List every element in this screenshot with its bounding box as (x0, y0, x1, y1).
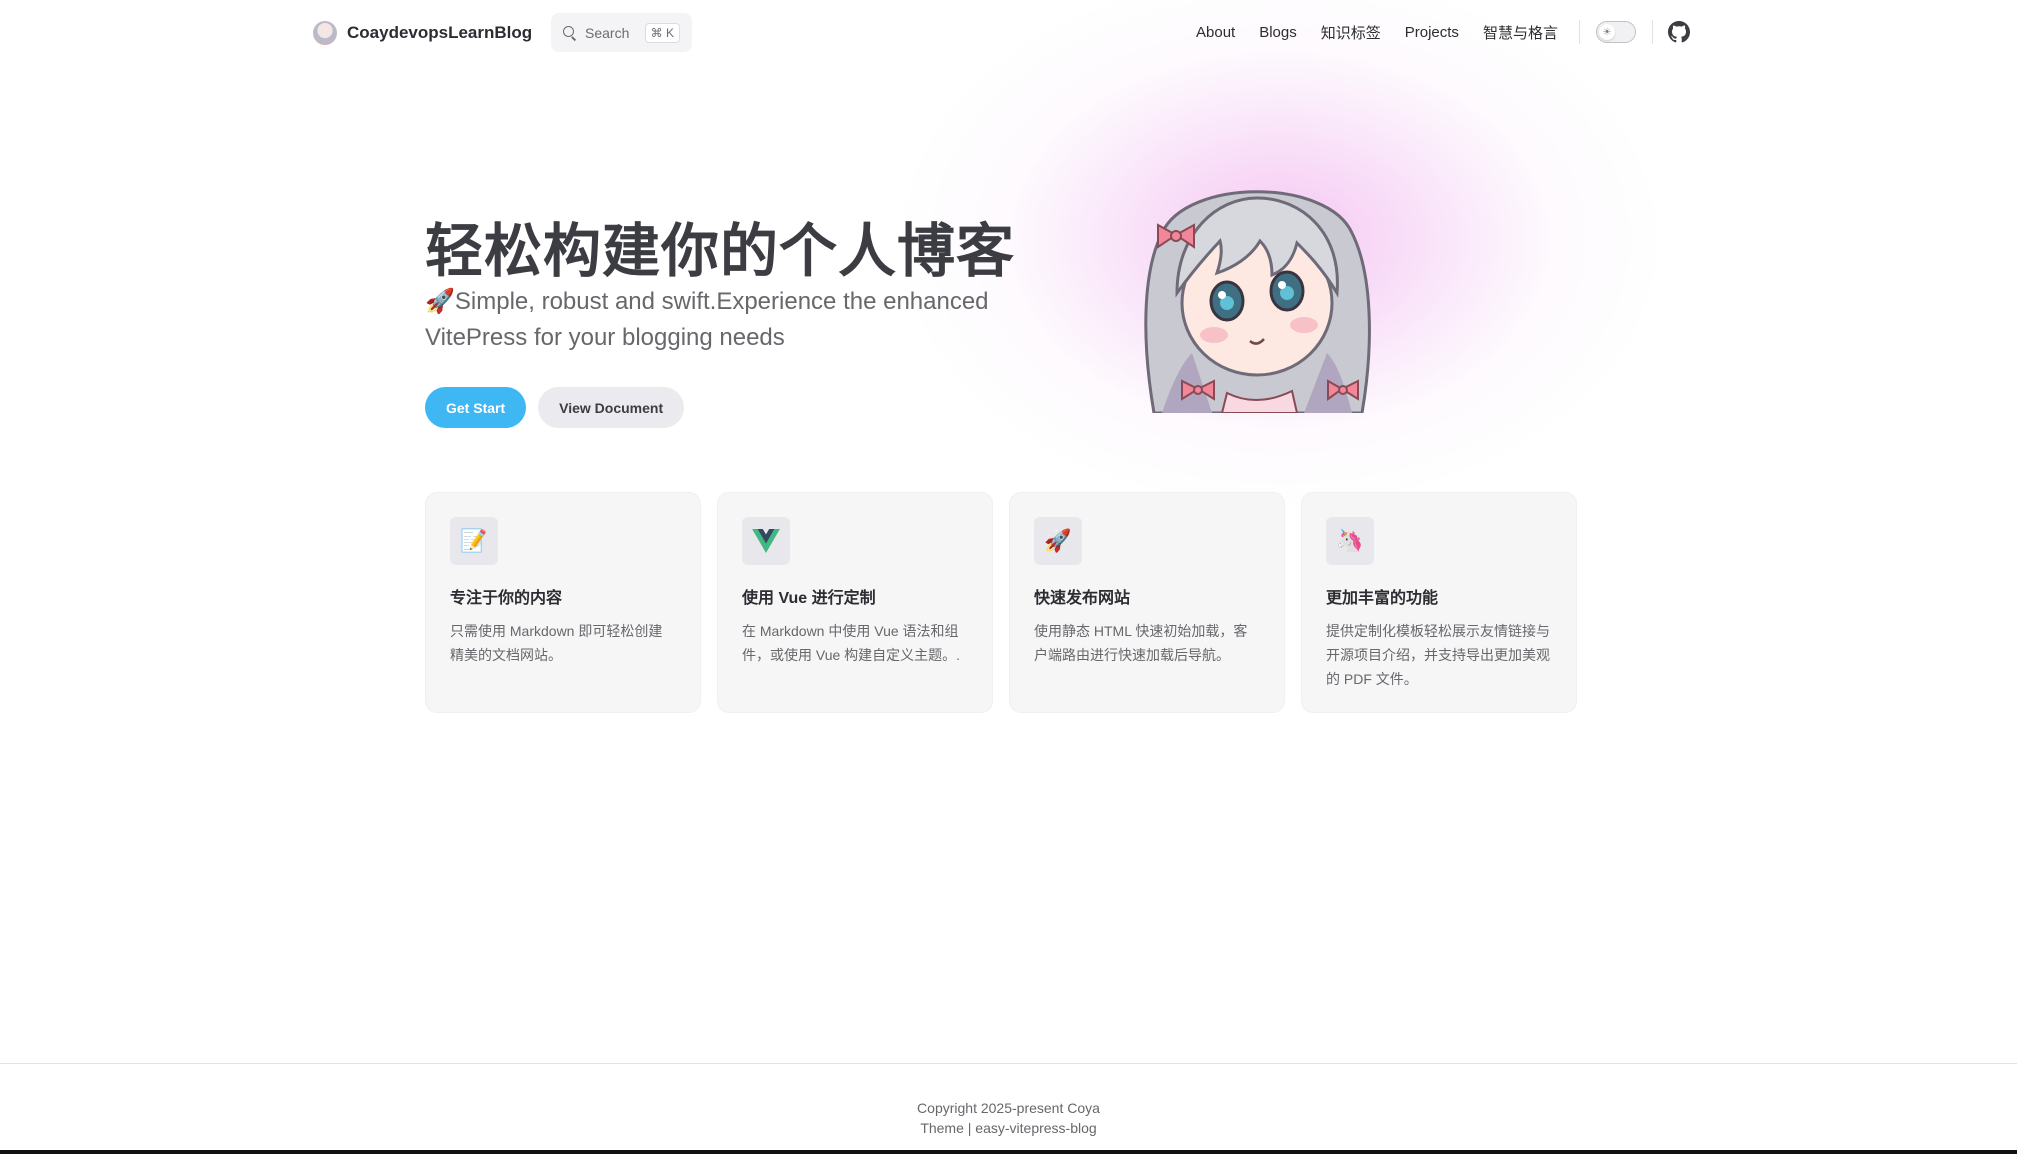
site-brand[interactable]: CoaydevopsLearnBlog (313, 18, 532, 48)
nav-link-wisdom[interactable]: 智慧与格言 (1483, 22, 1558, 43)
vue-logo-icon (742, 517, 790, 565)
memo-icon: 📝 (450, 517, 498, 565)
search-icon (563, 25, 577, 40)
footer-copyright: Copyright 2025-present Coya (917, 1100, 1100, 1116)
sun-icon: ☀ (1599, 24, 1615, 40)
nav-link-blogs[interactable]: Blogs (1259, 24, 1297, 41)
feature-title: 专注于你的内容 (450, 590, 563, 607)
search-button[interactable]: Search ⌘ K (551, 13, 692, 52)
feature-card[interactable]: 🦄 更加丰富的功能 提供定制化模板轻松展示友情链接与开源项目介绍，并支持导出更加… (1301, 492, 1577, 713)
feature-details: 提供定制化模板轻松展示友情链接与开源项目介绍，并支持导出更加美观的 PDF 文件… (1326, 623, 1550, 687)
nav-divider (1652, 20, 1653, 44)
unicorn-icon: 🦄 (1326, 517, 1374, 565)
nav-links: About Blogs 知识标签 Projects 智慧与格言 (1196, 20, 1582, 44)
site-logo (313, 21, 337, 45)
nav-link-tags[interactable]: 知识标签 (1321, 22, 1381, 43)
feature-card[interactable]: 使用 Vue 进行定制 在 Markdown 中使用 Vue 语法和组件，或使用… (717, 492, 993, 713)
feature-title: 使用 Vue 进行定制 (742, 590, 876, 607)
site-title: CoaydevopsLearnBlog (347, 23, 533, 42)
feature-card[interactable]: 🚀 快速发布网站 使用静态 HTML 快速初始加载，客户端路由进行快速加载后导航… (1009, 492, 1285, 713)
window-bottom-edge (0, 1150, 2017, 1154)
hero-avatar-image (1132, 163, 1382, 413)
feature-title: 快速发布网站 (1034, 590, 1131, 607)
github-icon[interactable] (1668, 21, 1690, 43)
rocket-icon: 🚀 (1034, 517, 1082, 565)
hero-title: 轻松构建你的个人博客 (425, 217, 1016, 285)
feature-details: 使用静态 HTML 快速初始加载，客户端路由进行快速加载后导航。 (1034, 623, 1248, 663)
feature-details: 只需使用 Markdown 即可轻松创建精美的文档网站。 (450, 623, 663, 663)
view-document-button[interactable]: View Document (538, 387, 685, 428)
navbar: CoaydevopsLearnBlog Search ⌘ K About Blo… (0, 0, 2017, 64)
get-start-button[interactable]: Get Start (425, 387, 527, 428)
footer: Copyright 2025-present Coya Theme | easy… (0, 1063, 2017, 1152)
feature-card[interactable]: 📝 专注于你的内容 只需使用 Markdown 即可轻松创建精美的文档网站。 (425, 492, 701, 713)
nav-divider (1579, 20, 1580, 44)
features: 📝 专注于你的内容 只需使用 Markdown 即可轻松创建精美的文档网站。 使… (425, 492, 1577, 713)
feature-title: 更加丰富的功能 (1326, 590, 1439, 607)
search-placeholder: Search (585, 24, 630, 41)
footer-theme-credit: Theme | easy-vitepress-blog (920, 1120, 1097, 1136)
theme-toggle[interactable]: ☀ (1596, 21, 1636, 43)
feature-details: 在 Markdown 中使用 Vue 语法和组件，或使用 Vue 构建自定义主题… (742, 623, 961, 663)
hero-tagline: 🚀Simple, robust and swift.Experience the… (425, 288, 989, 351)
nav-link-about[interactable]: About (1196, 24, 1235, 41)
hero-actions: Get Start View Document (425, 387, 685, 428)
nav-link-projects[interactable]: Projects (1405, 24, 1459, 41)
search-shortcut: ⌘ K (644, 22, 680, 43)
